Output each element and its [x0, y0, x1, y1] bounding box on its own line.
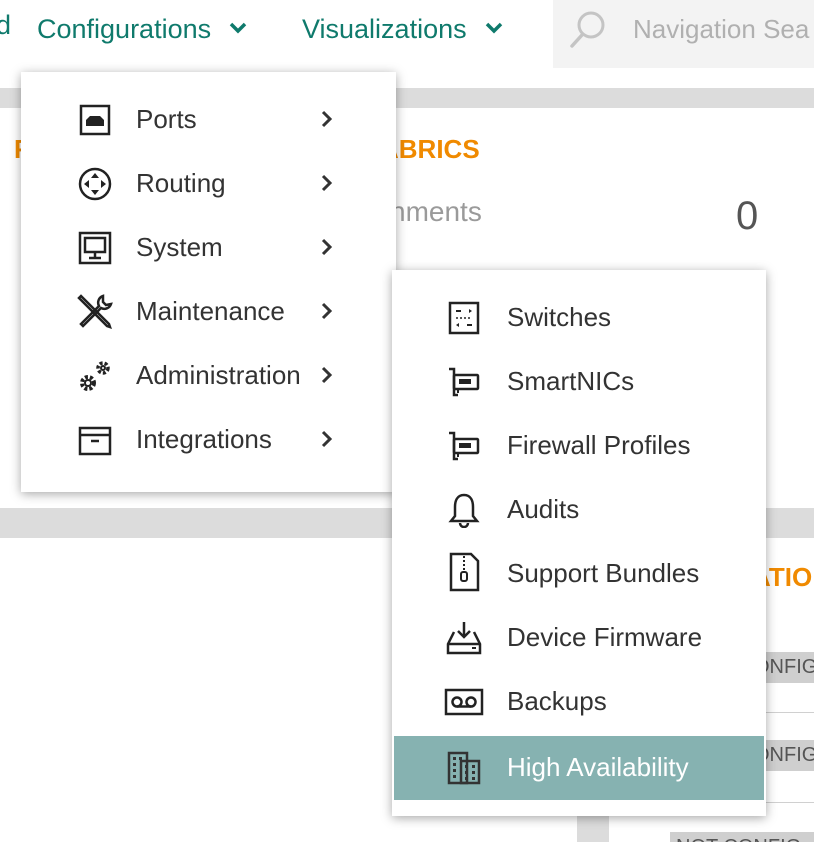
submenu-item-smartnics[interactable]: SmartNICs: [392, 350, 766, 414]
status-chip-3: NOT CONFIG: [670, 832, 814, 842]
card-row-label: nments: [390, 196, 482, 227]
top-navigation-bar: d Configurations Visualizations Navigati…: [0, 0, 814, 68]
submenu-item-label: High Availability: [507, 752, 689, 782]
download-tray-icon: [444, 618, 484, 658]
submenu-item-label: SmartNICs: [507, 366, 635, 396]
nav-item-configurations[interactable]: Configurations: [37, 10, 247, 45]
chevron-right-icon: [321, 174, 333, 197]
menu-item-ports[interactable]: Ports: [21, 88, 396, 152]
search-icon: [567, 8, 611, 57]
menu-item-administration[interactable]: Administration: [21, 344, 396, 408]
submenu-item-label: Firewall Profiles: [507, 430, 691, 460]
menu-item-label: Maintenance: [136, 296, 285, 326]
tape-icon: [444, 682, 484, 722]
chevron-right-icon: [321, 430, 333, 453]
submenu-item-backups[interactable]: Backups: [392, 670, 766, 734]
submenu-item-label: Backups: [507, 686, 607, 716]
gears-icon: [75, 356, 115, 396]
routing-icon: [75, 164, 115, 204]
menu-item-label: Integrations: [136, 424, 272, 454]
submenu-item-label: Switches: [507, 302, 612, 332]
chevron-right-icon: [321, 110, 333, 133]
menu-item-maintenance[interactable]: Maintenance: [21, 280, 396, 344]
chevron-right-icon: [321, 366, 333, 389]
nav-item-partial[interactable]: d: [0, 10, 11, 41]
search-input[interactable]: Navigation Sea: [633, 14, 809, 45]
switch-icon: [444, 298, 484, 338]
monitor-icon: [75, 228, 115, 268]
nav-item-label: Configurations: [37, 14, 212, 44]
chevron-down-icon: [485, 10, 503, 41]
chevron-down-icon: [229, 10, 247, 41]
submenu-item-label: Device Firmware: [507, 622, 703, 652]
submenu-item-firewall-profiles[interactable]: Firewall Profiles: [392, 414, 766, 478]
menu-item-integrations[interactable]: Integrations: [21, 408, 396, 472]
submenu-item-device-firmware[interactable]: Device Firmware: [392, 606, 766, 670]
menu-item-routing[interactable]: Routing: [21, 152, 396, 216]
port-icon: [75, 100, 115, 140]
nic-card-icon: [444, 362, 484, 402]
submenu-item-high-availability[interactable]: High Availability: [394, 736, 764, 800]
submenu-item-switches[interactable]: Switches: [392, 286, 766, 350]
zip-file-icon: [444, 552, 484, 592]
wrench-screwdriver-icon: [75, 292, 115, 332]
menu-item-system[interactable]: System: [21, 216, 396, 280]
submenu-item-label: Support Bundles: [507, 558, 700, 588]
submenu-item-label: Audits: [507, 494, 580, 524]
navigation-search[interactable]: Navigation Sea: [553, 0, 814, 68]
menu-item-label: Ports: [136, 104, 197, 134]
configurations-menu: Ports Routing System Maintenance Adminis…: [21, 72, 396, 492]
archive-box-icon: [75, 420, 115, 460]
menu-item-label: Routing: [136, 168, 226, 198]
menu-item-label: System: [136, 232, 223, 262]
card-row-count: 0: [736, 194, 759, 238]
buildings-icon: [444, 748, 484, 788]
submenu-item-audits[interactable]: Audits: [392, 478, 766, 542]
chevron-right-icon: [321, 302, 333, 325]
maintenance-submenu: Switches SmartNICs Firewall Profiles Aud…: [392, 270, 766, 816]
menu-item-label: Administration: [136, 360, 301, 390]
nav-item-label: Visualizations: [302, 14, 467, 44]
submenu-item-support-bundles[interactable]: Support Bundles: [392, 542, 766, 606]
nic-card-icon: [444, 426, 484, 466]
nav-item-visualizations[interactable]: Visualizations: [302, 10, 503, 45]
chevron-right-icon: [321, 238, 333, 261]
bell-icon: [444, 490, 484, 530]
